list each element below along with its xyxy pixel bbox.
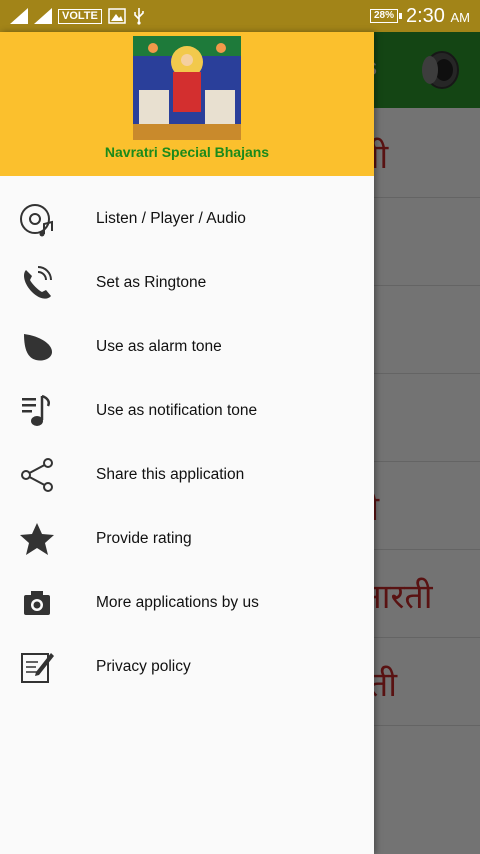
menu-label: Privacy policy <box>96 658 191 675</box>
edit-note-icon <box>21 653 54 683</box>
menu-label: Share this application <box>96 466 245 483</box>
app-title: Navratri Special Bhajans <box>104 144 270 160</box>
drawer-header: Navratri Special Bhajans <box>0 32 374 176</box>
camera-icon <box>24 591 50 615</box>
volte-badge: VOLTE <box>58 8 102 24</box>
menu-label: More applications by us <box>96 594 259 611</box>
alarm-bell-icon <box>24 334 52 361</box>
menu-item-ringtone[interactable]: Set as Ringtone <box>0 250 374 314</box>
menu-item-listen[interactable]: Listen / Player / Audio <box>0 186 374 250</box>
status-right: 28% 2:30 AM <box>369 4 470 28</box>
clock: 2:30 AM <box>406 4 470 27</box>
star-icon <box>20 523 54 555</box>
playlist-music-icon <box>22 394 50 426</box>
menu-label: Set as Ringtone <box>96 274 207 291</box>
ringing-phone-icon <box>24 266 52 299</box>
menu-label: Use as alarm tone <box>96 338 222 355</box>
navigation-drawer: Navratri Special Bhajans Listen / Player… <box>0 32 374 854</box>
menu-label: Use as notification tone <box>96 402 258 419</box>
drawer-menu: Listen / Player / Audio Set as Ringtone … <box>0 186 374 698</box>
menu-item-alarm[interactable]: Use as alarm tone <box>0 314 374 378</box>
menu-item-privacy[interactable]: Privacy policy <box>0 634 374 698</box>
image-icon <box>108 8 126 24</box>
share-icon <box>21 458 53 492</box>
status-bar: VOLTE 28% 2:30 AM <box>0 0 480 32</box>
menu-item-rating[interactable]: Provide rating <box>0 506 374 570</box>
menu-label: Provide rating <box>96 530 192 547</box>
battery-icon: 28% <box>369 9 403 23</box>
disc-music-icon <box>20 204 53 237</box>
signal-icon <box>34 8 52 24</box>
menu-item-notification[interactable]: Use as notification tone <box>0 378 374 442</box>
signal-icon <box>10 8 28 24</box>
status-left: VOLTE <box>10 6 146 26</box>
deity-image <box>133 36 241 140</box>
usb-icon <box>134 8 144 25</box>
menu-item-more-apps[interactable]: More applications by us <box>0 570 374 634</box>
menu-item-share[interactable]: Share this application <box>0 442 374 506</box>
menu-label: Listen / Player / Audio <box>96 210 246 227</box>
